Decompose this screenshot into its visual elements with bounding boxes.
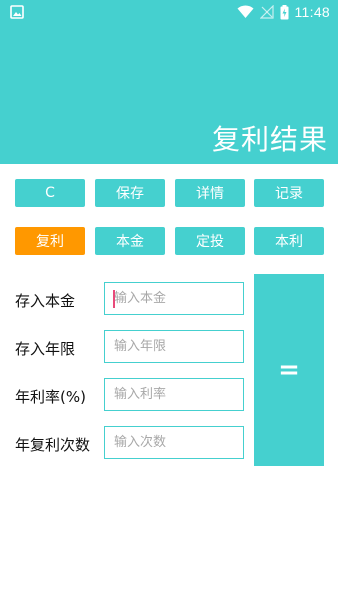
clear-button[interactable]: C	[15, 179, 85, 207]
battery-charging-icon	[280, 4, 288, 19]
page-title: 复利结果	[211, 123, 328, 156]
years-input[interactable]	[104, 330, 244, 363]
signal-icon	[259, 5, 274, 19]
records-button[interactable]: 记录	[254, 179, 324, 207]
rate-input[interactable]	[104, 378, 244, 411]
principal-input[interactable]	[104, 282, 244, 315]
mode-principal-interest-button[interactable]: 本利	[254, 227, 324, 255]
app-root: 11:48 复利结果 C 保存 详情 记录 复利 本金 定投 本利 存入本金 存…	[0, 0, 338, 600]
status-bar: 11:48	[0, 0, 338, 24]
header: 11:48 复利结果	[0, 0, 338, 164]
image-icon	[10, 5, 24, 19]
principal-label: 存入本金	[15, 292, 76, 310]
mode-fixed-invest-button[interactable]: 定投	[175, 227, 245, 255]
compound-times-input[interactable]	[104, 426, 244, 459]
equals-button[interactable]: =	[254, 274, 324, 466]
details-button[interactable]: 详情	[175, 179, 245, 207]
wifi-icon	[237, 5, 253, 18]
status-right: 11:48	[237, 3, 331, 21]
save-button[interactable]: 保存	[95, 179, 165, 207]
mode-principal-button[interactable]: 本金	[95, 227, 165, 255]
text-cursor	[113, 290, 115, 308]
years-label: 存入年限	[15, 340, 76, 358]
compound-times-label: 年复利次数	[15, 436, 91, 454]
rate-label: 年利率(%)	[15, 388, 86, 406]
mode-compound-button[interactable]: 复利	[15, 227, 85, 255]
status-time: 11:48	[294, 4, 330, 20]
